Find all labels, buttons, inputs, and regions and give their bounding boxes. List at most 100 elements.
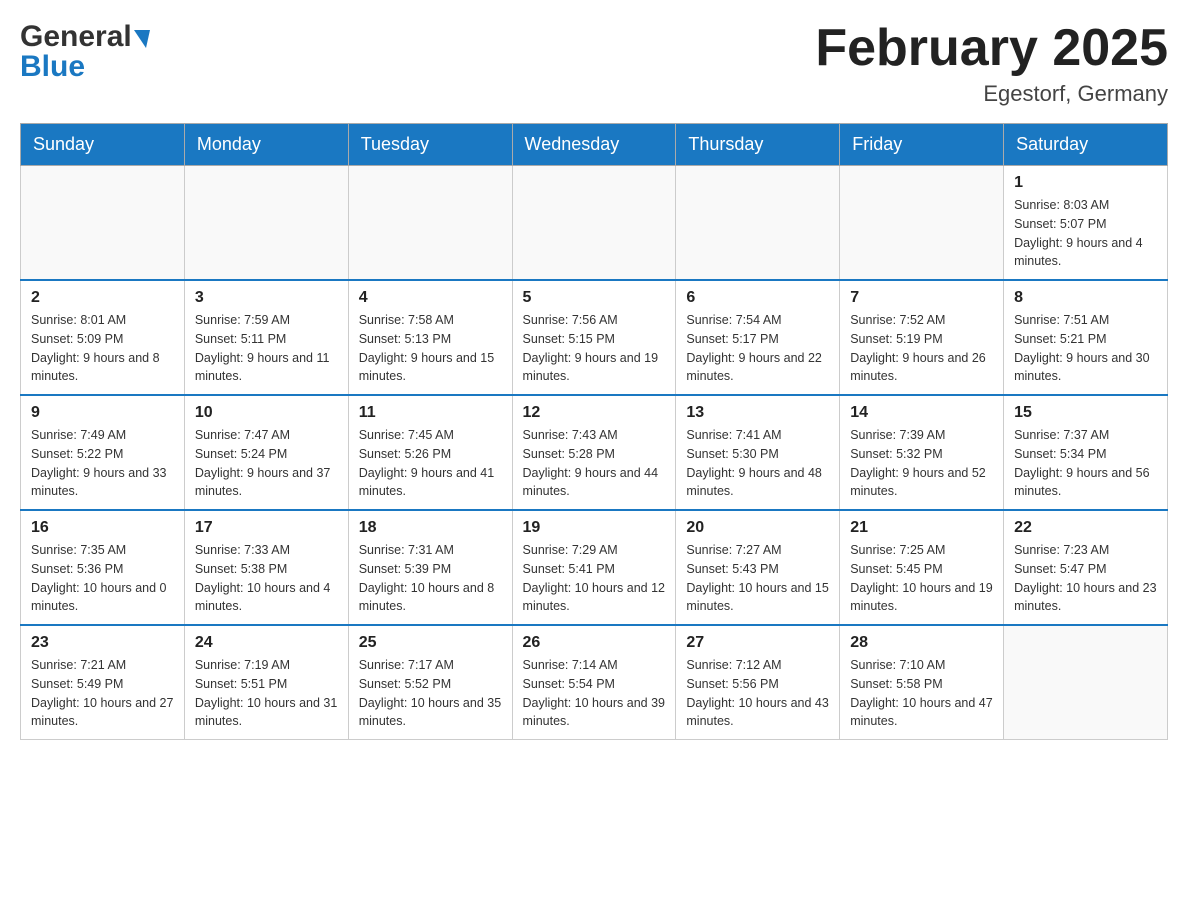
weekday-header-monday: Monday <box>184 124 348 166</box>
calendar-cell: 10 Sunrise: 7:47 AM Sunset: 5:24 PM Dayli… <box>184 395 348 510</box>
calendar-cell: 24 Sunrise: 7:19 AM Sunset: 5:51 PM Dayli… <box>184 625 348 740</box>
day-number: 10 <box>195 404 338 422</box>
day-number: 21 <box>850 519 993 537</box>
day-info: Sunrise: 8:03 AM Sunset: 5:07 PM Dayligh… <box>1014 196 1157 271</box>
calendar-cell: 7 Sunrise: 7:52 AM Sunset: 5:19 PM Daylig… <box>840 280 1004 395</box>
day-number: 25 <box>359 634 502 652</box>
calendar-cell: 11Sunrise: 7:45 AM Sunset: 5:26 PM Dayli… <box>348 395 512 510</box>
day-number: 20 <box>686 519 829 537</box>
day-number: 24 <box>195 634 338 652</box>
day-info: Sunrise: 7:21 AM Sunset: 5:49 PM Dayligh… <box>31 656 174 731</box>
day-number: 22 <box>1014 519 1157 537</box>
weekday-header-sunday: Sunday <box>21 124 185 166</box>
day-number: 15 <box>1014 404 1157 422</box>
calendar-cell: 19 Sunrise: 7:29 AM Sunset: 5:41 PM Dayli… <box>512 510 676 625</box>
weekday-header-thursday: Thursday <box>676 124 840 166</box>
calendar-cell <box>512 166 676 281</box>
calendar-cell <box>21 166 185 281</box>
calendar-cell: 6 Sunrise: 7:54 AM Sunset: 5:17 PM Daylig… <box>676 280 840 395</box>
day-info: Sunrise: 7:37 AM Sunset: 5:34 PM Dayligh… <box>1014 426 1157 501</box>
day-info: Sunrise: 7:17 AM Sunset: 5:52 PM Dayligh… <box>359 656 502 731</box>
week-row-3: 9Sunrise: 7:49 AM Sunset: 5:22 PM Daylig… <box>21 395 1168 510</box>
month-title: February 2025 <box>815 20 1168 77</box>
day-number: 4 <box>359 289 502 307</box>
calendar-cell: 8 Sunrise: 7:51 AM Sunset: 5:21 PM Daylig… <box>1004 280 1168 395</box>
day-info: Sunrise: 7:33 AM Sunset: 5:38 PM Dayligh… <box>195 541 338 616</box>
day-number: 16 <box>31 519 174 537</box>
week-row-4: 16 Sunrise: 7:35 AM Sunset: 5:36 PM Dayli… <box>21 510 1168 625</box>
day-info: Sunrise: 7:45 AM Sunset: 5:26 PM Dayligh… <box>359 426 502 501</box>
calendar-cell: 28Sunrise: 7:10 AM Sunset: 5:58 PM Dayli… <box>840 625 1004 740</box>
page-header: General Blue February 2025 Egestorf, Ger… <box>20 20 1168 107</box>
weekday-header-saturday: Saturday <box>1004 124 1168 166</box>
day-number: 3 <box>195 289 338 307</box>
day-info: Sunrise: 7:31 AM Sunset: 5:39 PM Dayligh… <box>359 541 502 616</box>
day-info: Sunrise: 7:12 AM Sunset: 5:56 PM Dayligh… <box>686 656 829 731</box>
calendar-cell: 4Sunrise: 7:58 AM Sunset: 5:13 PM Daylig… <box>348 280 512 395</box>
day-info: Sunrise: 7:23 AM Sunset: 5:47 PM Dayligh… <box>1014 541 1157 616</box>
calendar-cell: 5 Sunrise: 7:56 AM Sunset: 5:15 PM Daylig… <box>512 280 676 395</box>
day-info: Sunrise: 7:59 AM Sunset: 5:11 PM Dayligh… <box>195 311 338 386</box>
calendar-table: SundayMondayTuesdayWednesdayThursdayFrid… <box>20 123 1168 740</box>
day-number: 23 <box>31 634 174 652</box>
calendar-cell: 14 Sunrise: 7:39 AM Sunset: 5:32 PM Dayli… <box>840 395 1004 510</box>
calendar-cell: 21 Sunrise: 7:25 AM Sunset: 5:45 PM Dayli… <box>840 510 1004 625</box>
day-number: 14 <box>850 404 993 422</box>
day-number: 27 <box>686 634 829 652</box>
calendar-cell: 3 Sunrise: 7:59 AM Sunset: 5:11 PM Daylig… <box>184 280 348 395</box>
day-info: Sunrise: 7:29 AM Sunset: 5:41 PM Dayligh… <box>523 541 666 616</box>
day-info: Sunrise: 7:51 AM Sunset: 5:21 PM Dayligh… <box>1014 311 1157 386</box>
title-section: February 2025 Egestorf, Germany <box>815 20 1168 107</box>
day-info: Sunrise: 7:47 AM Sunset: 5:24 PM Dayligh… <box>195 426 338 501</box>
logo-blue: Blue <box>20 50 150 84</box>
calendar-cell <box>676 166 840 281</box>
day-number: 5 <box>523 289 666 307</box>
calendar-cell <box>840 166 1004 281</box>
day-info: Sunrise: 7:19 AM Sunset: 5:51 PM Dayligh… <box>195 656 338 731</box>
logo-general: General <box>20 20 132 54</box>
calendar-cell: 25 Sunrise: 7:17 AM Sunset: 5:52 PM Dayli… <box>348 625 512 740</box>
weekday-header-tuesday: Tuesday <box>348 124 512 166</box>
calendar-cell <box>184 166 348 281</box>
day-number: 26 <box>523 634 666 652</box>
day-info: Sunrise: 7:14 AM Sunset: 5:54 PM Dayligh… <box>523 656 666 731</box>
calendar-cell: 23 Sunrise: 7:21 AM Sunset: 5:49 PM Dayli… <box>21 625 185 740</box>
day-number: 8 <box>1014 289 1157 307</box>
day-number: 28 <box>850 634 993 652</box>
weekday-header-row: SundayMondayTuesdayWednesdayThursdayFrid… <box>21 124 1168 166</box>
day-info: Sunrise: 7:54 AM Sunset: 5:17 PM Dayligh… <box>686 311 829 386</box>
day-number: 19 <box>523 519 666 537</box>
day-info: Sunrise: 7:39 AM Sunset: 5:32 PM Dayligh… <box>850 426 993 501</box>
calendar-cell <box>348 166 512 281</box>
week-row-1: 1 Sunrise: 8:03 AM Sunset: 5:07 PM Daylig… <box>21 166 1168 281</box>
calendar-cell: 9Sunrise: 7:49 AM Sunset: 5:22 PM Daylig… <box>21 395 185 510</box>
calendar-cell <box>1004 625 1168 740</box>
calendar-cell: 22 Sunrise: 7:23 AM Sunset: 5:47 PM Dayli… <box>1004 510 1168 625</box>
weekday-header-friday: Friday <box>840 124 1004 166</box>
day-number: 12 <box>523 404 666 422</box>
calendar-cell: 18 Sunrise: 7:31 AM Sunset: 5:39 PM Dayli… <box>348 510 512 625</box>
calendar-cell: 20 Sunrise: 7:27 AM Sunset: 5:43 PM Dayli… <box>676 510 840 625</box>
calendar-cell: 16 Sunrise: 7:35 AM Sunset: 5:36 PM Dayli… <box>21 510 185 625</box>
calendar-cell: 27 Sunrise: 7:12 AM Sunset: 5:56 PM Dayli… <box>676 625 840 740</box>
logo-triangle-icon <box>134 30 150 48</box>
calendar-cell: 2 Sunrise: 8:01 AM Sunset: 5:09 PM Daylig… <box>21 280 185 395</box>
day-info: Sunrise: 7:35 AM Sunset: 5:36 PM Dayligh… <box>31 541 174 616</box>
day-number: 9 <box>31 404 174 422</box>
week-row-2: 2 Sunrise: 8:01 AM Sunset: 5:09 PM Daylig… <box>21 280 1168 395</box>
day-number: 2 <box>31 289 174 307</box>
day-number: 6 <box>686 289 829 307</box>
calendar-cell: 12Sunrise: 7:43 AM Sunset: 5:28 PM Dayli… <box>512 395 676 510</box>
calendar-cell: 26 Sunrise: 7:14 AM Sunset: 5:54 PM Dayli… <box>512 625 676 740</box>
day-number: 17 <box>195 519 338 537</box>
day-info: Sunrise: 7:56 AM Sunset: 5:15 PM Dayligh… <box>523 311 666 386</box>
day-info: Sunrise: 7:52 AM Sunset: 5:19 PM Dayligh… <box>850 311 993 386</box>
day-number: 13 <box>686 404 829 422</box>
day-number: 18 <box>359 519 502 537</box>
day-number: 1 <box>1014 174 1157 192</box>
day-info: Sunrise: 8:01 AM Sunset: 5:09 PM Dayligh… <box>31 311 174 386</box>
day-info: Sunrise: 7:25 AM Sunset: 5:45 PM Dayligh… <box>850 541 993 616</box>
day-info: Sunrise: 7:27 AM Sunset: 5:43 PM Dayligh… <box>686 541 829 616</box>
weekday-header-wednesday: Wednesday <box>512 124 676 166</box>
day-number: 7 <box>850 289 993 307</box>
